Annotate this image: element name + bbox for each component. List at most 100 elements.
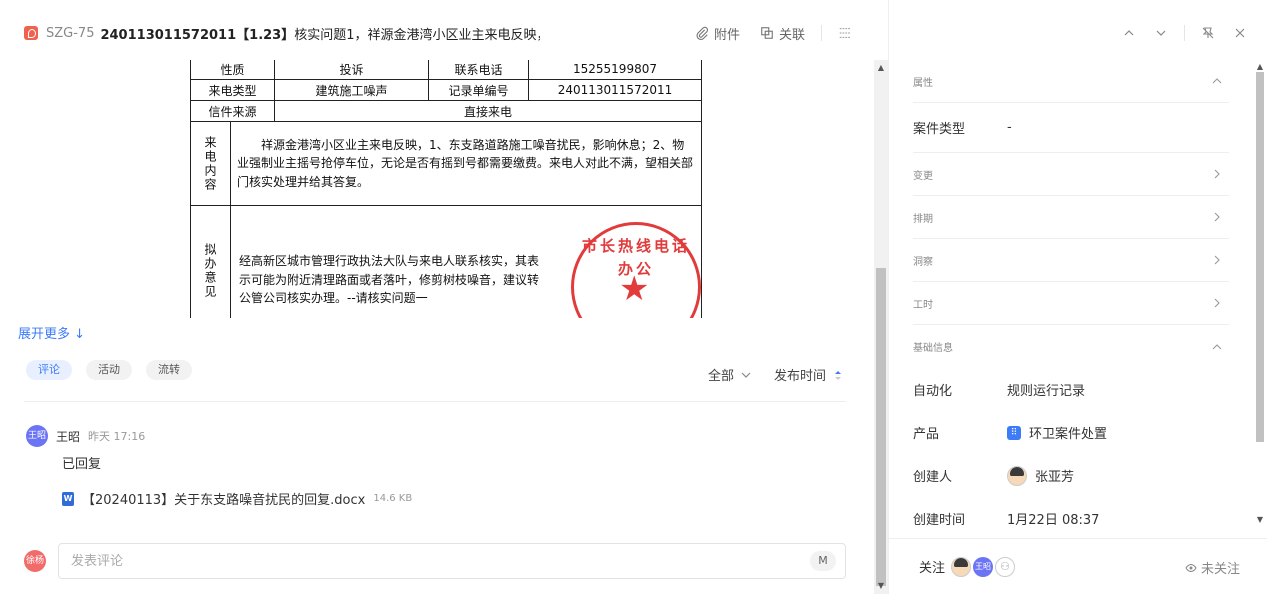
sort-filter[interactable]: 发布时间 [774,365,844,384]
section-attributes[interactable]: 属性 [913,60,1229,103]
field-product[interactable]: 产品 ⠿ 环卫案件处置 [913,411,1229,454]
doc-cell: 信件来源 [190,100,275,122]
scroll-down-icon[interactable]: ▼ [1256,515,1264,524]
divider [24,401,846,402]
comment-author: 王昭 [56,429,81,444]
scrollbar-thumb[interactable] [876,268,886,586]
scope-filter-label: 全部 [708,369,735,384]
add-follower-icon[interactable]: ⚇ [995,556,1016,577]
follow-toggle-button[interactable]: 未关注 [1185,558,1240,577]
chevron-down-icon [1156,30,1166,36]
follower-list: 王昭 ⚇ [951,556,1016,577]
comment-item: 王昭 王昭 昨天 17:16 已回复 W 【20240113】关于东支路噪音扰民… [26,425,846,508]
field-label: 自动化 [913,384,953,399]
section-label: 基础信息 [913,343,953,354]
issue-header: SZG-75 240113011572011【1.23】核实问题1，祥源金港湾小… [0,0,874,66]
section-label: 变更 [913,170,933,182]
section-worktime[interactable]: 工时 [913,282,1229,325]
follow-status: 未关注 [1200,562,1240,577]
section-schedule[interactable]: 排期 [913,196,1229,239]
doc-opinion-text: 经高新区城市管理行政执法大队与来电人联系核实，其表示可能为附近清理路面或者落叶，… [239,254,540,306]
field-automation[interactable]: 自动化 规则运行记录 [913,368,1229,411]
sort-filter-label: 发布时间 [774,369,827,384]
properties-list: 属性 案件类型 - 变更 排期 洞察 工时 基础信息 自动化 规则运行记录 产品… [913,60,1229,540]
comment-header: 王昭 王昭 昨天 17:16 [26,425,846,447]
document-table: 性质 投诉 联系电话 15255199807 来电类型 建筑施工噪声 记录单编号… [190,60,703,318]
doc-row-opinion: 拟办意见 经高新区城市管理行政执法大队与来电人联系核实，其表示可能为附近清理路面… [190,205,702,318]
doc-cell: 建筑施工噪声 [273,79,429,101]
comment-input-wrap: M [58,543,846,579]
chevron-up-icon [1212,78,1222,84]
comment-input[interactable] [58,543,846,579]
activity-tabs: 评论 活动 流转 [26,360,192,380]
outline-button[interactable] [830,26,860,40]
issue-key[interactable]: SZG-75 [46,26,94,41]
comment-composer: 徐杨 M [24,543,846,579]
close-icon [1235,28,1245,38]
avatar[interactable]: 王昭 [26,425,48,447]
next-issue-button[interactable] [1148,20,1174,46]
main-panel: SZG-75 240113011572011【1.23】核实问题1，祥源金港湾小… [0,0,888,594]
close-button[interactable] [1227,20,1253,46]
section-label: 属性 [913,77,933,89]
product-icon: ⠿ [1007,425,1021,440]
mention-button[interactable]: M [810,551,836,571]
link-button[interactable]: 关联 [752,24,813,43]
section-insight[interactable]: 洞察 [913,239,1229,282]
scrollbar-thumb[interactable] [1256,72,1264,442]
field-creator[interactable]: 创建人 张亚芳 [913,454,1229,497]
panel-divider [1184,25,1185,41]
doc-row-type: 来电类型 建筑施工噪声 记录单编号 240113011572011 [190,79,703,101]
chevron-right-icon [1214,169,1220,179]
section-change[interactable]: 变更 [913,153,1229,196]
doc-row-source: 信件来源 直接来电 [190,100,703,122]
issue-title-number: 240113011572011【1.23】 [100,27,295,43]
avatar[interactable] [951,556,972,577]
tab-comments[interactable]: 评论 [26,360,72,380]
details-scrollbar[interactable]: ▲ ▼ [1253,60,1267,530]
creator-name: 张亚芳 [1035,470,1075,485]
list-icon [839,28,851,38]
field-value: 1月22日 08:37 [1007,513,1100,528]
tab-transitions[interactable]: 流转 [146,360,192,380]
doc-cell: 直接来电 [273,100,703,122]
field-case-type[interactable]: 案件类型 - [913,103,1229,153]
field-label: 创建时间 [913,513,966,528]
avatar[interactable]: 王昭 [973,556,994,577]
scroll-up-icon[interactable]: ▲ [1256,62,1264,71]
link-icon [761,27,773,39]
tab-activity[interactable]: 活动 [86,360,132,380]
doc-row-content: 来电内容 祥源金港湾小区业主来电反映，1、东支路道路施工噪音扰民，影响休息；2、… [190,121,702,206]
field-label: 产品 [913,427,940,442]
main-scrollbar[interactable]: ▲ ▼ [874,60,888,594]
doc-cell: 联系电话 [427,60,529,80]
scope-filter[interactable]: 全部 [708,365,752,384]
section-basic-info[interactable]: 基础信息 [913,325,1229,368]
scroll-down-icon[interactable]: ▼ [877,582,885,590]
follow-label: 关注 [919,561,946,576]
attachment-button[interactable]: 附件 [687,24,748,43]
scroll-up-icon[interactable]: ▲ [877,64,885,72]
field-created-time: 创建时间 1月22日 08:37 [913,497,1229,540]
doc-content-text: 祥源金港湾小区业主来电反映，1、东支路道路施工噪音扰民，影响休息；2、物业强制业… [230,121,702,206]
panel-actions [1116,18,1253,48]
sort-icon [835,370,842,380]
comment-attachment[interactable]: W 【20240113】关于东支路噪音扰民的回复.docx 14.6 KB [62,489,846,508]
previous-issue-button[interactable] [1116,20,1142,46]
doc-side-label: 拟办意见 [190,205,231,318]
field-value: 规则运行记录 [1007,384,1086,399]
avatar [1007,465,1027,486]
link-label: 关联 [778,27,805,43]
paperclip-icon [696,26,709,40]
chevron-up-icon [1212,343,1222,349]
product-name: 环卫案件处置 [1029,427,1108,442]
expand-more-link[interactable]: 展开更多 ↓ [18,323,85,342]
section-label: 排期 [913,213,933,225]
unpin-button[interactable] [1195,20,1221,46]
eye-icon [1185,563,1197,572]
issue-title[interactable]: 240113011572011【1.23】核实问题1，祥源金港湾小区业主来电反映… [100,24,540,43]
comment-time: 昨天 17:16 [88,430,146,443]
doc-side-label: 来电内容 [190,121,231,206]
avatar: 徐杨 [24,550,46,572]
opinion-area: 经高新区城市管理行政执法大队与来电人联系核实，其表示可能为附近清理路面或者落叶，… [237,212,701,318]
